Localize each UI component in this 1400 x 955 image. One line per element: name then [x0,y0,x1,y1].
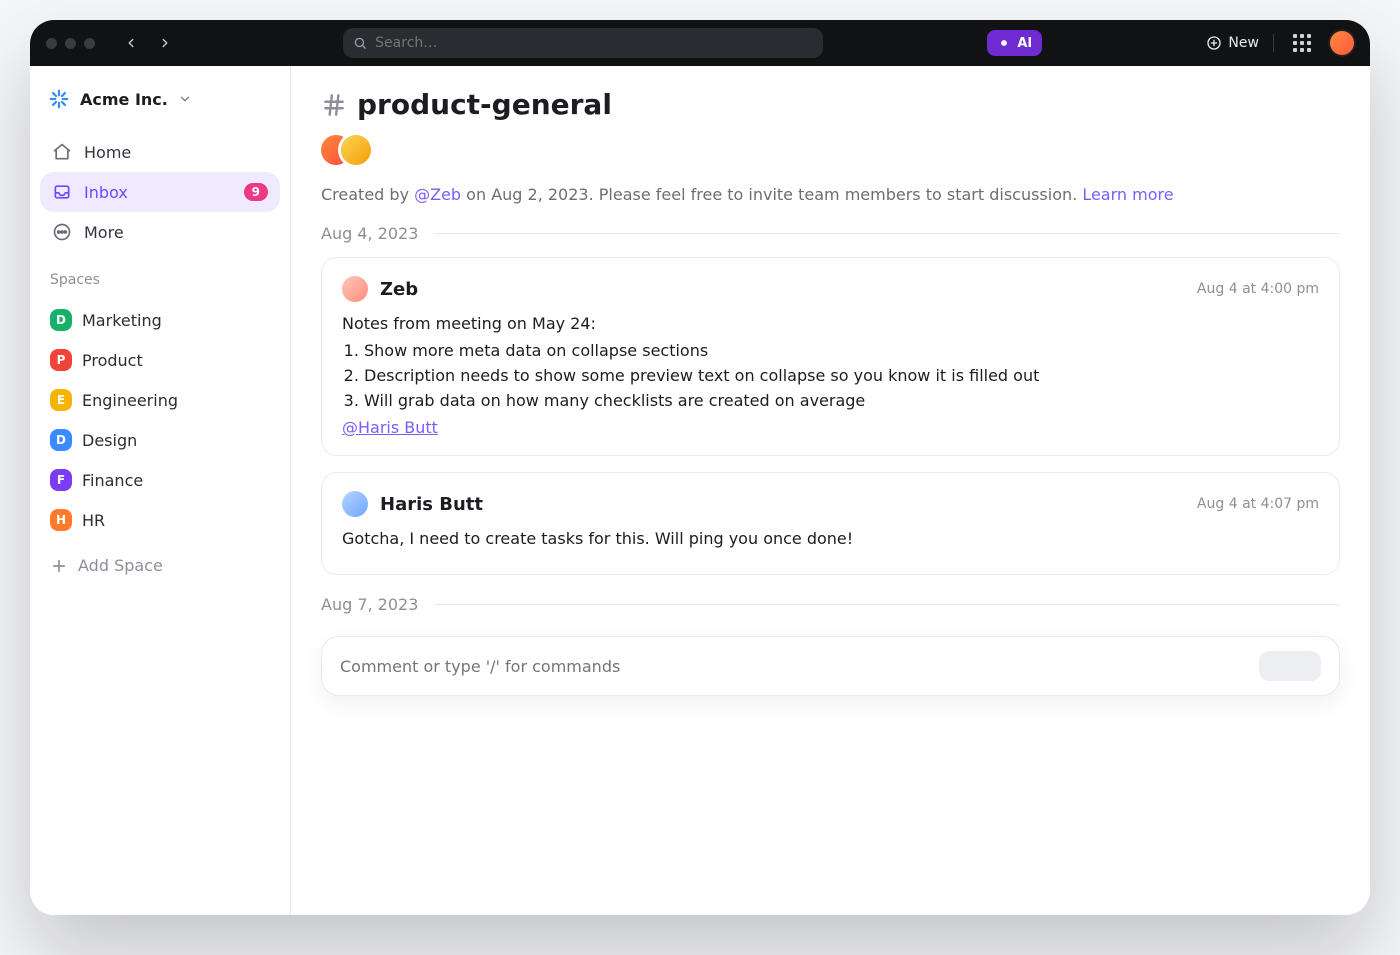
apps-grid-button[interactable] [1288,29,1316,57]
sparkle-icon [997,36,1011,50]
space-name: Finance [82,471,143,490]
message-time: Aug 4 at 4:00 pm [1197,281,1319,297]
list-item: Description needs to show some preview t… [364,366,1319,385]
sidebar-item-inbox[interactable]: Inbox 9 [40,172,280,212]
space-badge: P [50,349,72,371]
composer[interactable] [321,636,1340,696]
hash-icon [321,92,347,118]
author-name: Zeb [380,279,418,300]
app-window: AI New Acme Inc. [30,20,1370,915]
main-content: product-general Created by @Zeb on Aug 2… [291,66,1370,915]
mention-link[interactable]: @Haris Butt [342,418,438,437]
message-time: Aug 4 at 4:07 pm [1197,496,1319,512]
channel-header: product-general [321,88,1340,121]
space-badge: D [50,429,72,451]
workspace-logo [48,88,70,110]
created-prefix: Created by [321,185,414,204]
channel-subheader: Created by @Zeb on Aug 2, 2023. Please f… [321,185,1340,204]
list-item: Show more meta data on collapse sections [364,341,1319,360]
space-item-engineering[interactable]: E Engineering [40,380,280,420]
space-item-design[interactable]: D Design [40,420,280,460]
created-suffix: on Aug 2, 2023. Please feel free to invi… [461,185,1082,204]
more-icon [52,222,72,242]
window-traffic-lights [46,38,95,49]
space-item-product[interactable]: P Product [40,340,280,380]
global-search[interactable] [343,28,823,58]
home-icon [52,142,72,162]
ai-button[interactable]: AI [987,30,1042,56]
inbox-icon [52,182,72,202]
message-card: Zeb Aug 4 at 4:00 pm Notes from meeting … [321,257,1340,456]
new-label: New [1228,35,1259,51]
nav-forward-button[interactable] [151,29,179,57]
sidebar-item-label: Home [84,143,268,162]
space-item-hr[interactable]: H HR [40,500,280,540]
send-button[interactable] [1259,651,1321,681]
author-name: Haris Butt [380,494,483,515]
topbar-right: New [1206,29,1354,57]
date-divider: Aug 7, 2023 [321,595,1340,614]
space-name: Engineering [82,391,178,410]
app-body: Acme Inc. Home Inbox 9 More Spaces D Marketi… [30,66,1370,915]
space-name: HR [82,511,105,530]
sidebar-item-home[interactable]: Home [40,132,280,172]
date-divider: Aug 4, 2023 [321,224,1340,243]
add-space-button[interactable]: Add Space [40,546,280,585]
space-badge: D [50,309,72,331]
author-avatar [342,491,368,517]
add-space-label: Add Space [78,556,163,575]
message-header: Haris Butt Aug 4 at 4:07 pm [342,491,1319,517]
nav-arrows [117,29,179,57]
sidebar-item-label: More [84,223,268,242]
date-label: Aug 7, 2023 [321,595,418,614]
message-lead: Notes from meeting on May 24: [342,314,1319,333]
space-item-finance[interactable]: F Finance [40,460,280,500]
channel-members[interactable] [321,135,1340,165]
space-badge: H [50,509,72,531]
author-avatar [342,276,368,302]
workspace-switcher[interactable]: Acme Inc. [40,80,280,126]
plus-icon [50,557,68,575]
channel-title: product-general [357,88,612,121]
space-item-marketing[interactable]: D Marketing [40,300,280,340]
space-name: Marketing [82,311,162,330]
ai-label: AI [1017,36,1032,51]
chevron-down-icon [178,92,192,106]
member-avatar [341,135,371,165]
message-list: Show more meta data on collapse sections… [364,341,1319,410]
composer-input[interactable] [340,657,1259,676]
sidebar-item-label: Inbox [84,183,232,202]
topbar: AI New [30,20,1370,66]
workspace-name: Acme Inc. [80,90,168,109]
new-button[interactable]: New [1206,35,1259,51]
search-icon [353,36,367,50]
current-user-avatar[interactable] [1330,31,1354,55]
nav-back-button[interactable] [117,29,145,57]
space-badge: F [50,469,72,491]
message-header: Zeb Aug 4 at 4:00 pm [342,276,1319,302]
learn-more-link[interactable]: Learn more [1082,185,1173,204]
separator [1273,34,1274,52]
search-input[interactable] [375,35,813,51]
sidebar: Acme Inc. Home Inbox 9 More Spaces D Marketi… [30,66,291,915]
creator-mention[interactable]: @Zeb [414,185,461,204]
space-name: Design [82,431,137,450]
unread-badge: 9 [244,183,268,201]
list-item: Will grab data on how many checklists ar… [364,391,1319,410]
sidebar-item-more[interactable]: More [40,212,280,252]
sidebar-section-title: Spaces [40,258,280,294]
message-card: Haris Butt Aug 4 at 4:07 pm Gotcha, I ne… [321,472,1340,575]
plus-circle-icon [1206,35,1222,51]
space-name: Product [82,351,143,370]
space-badge: E [50,389,72,411]
date-label: Aug 4, 2023 [321,224,418,243]
message-body: Gotcha, I need to create tasks for this.… [342,529,1319,548]
grid-icon [1293,34,1311,52]
